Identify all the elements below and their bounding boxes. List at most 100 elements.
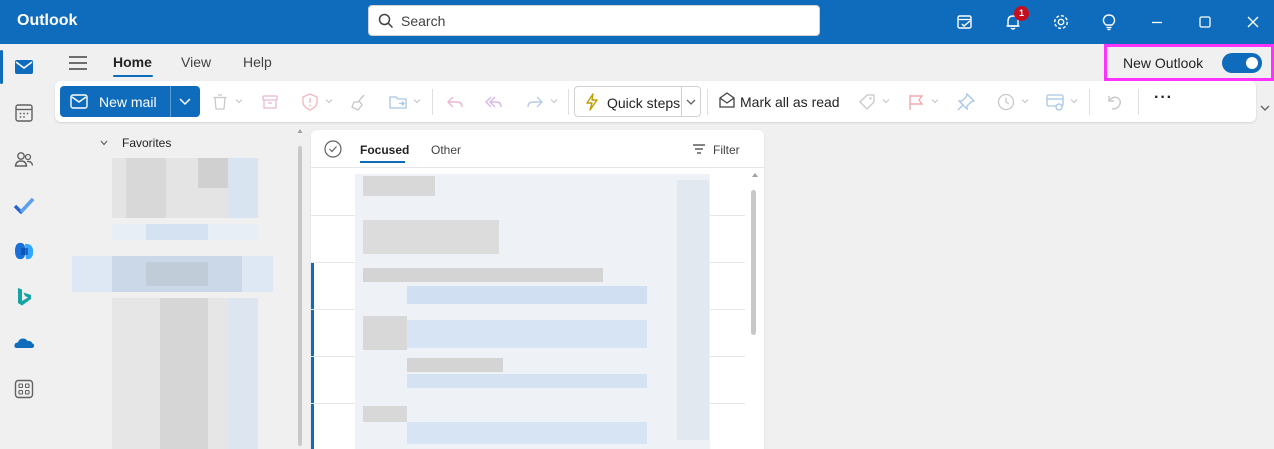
- mail-icon: [15, 60, 33, 74]
- chevron-down-icon[interactable]: [325, 97, 333, 105]
- chevron-down-icon[interactable]: [686, 98, 696, 106]
- unread-indicator: [311, 404, 314, 449]
- folder-pane: Favorites: [48, 128, 310, 449]
- tab-view[interactable]: View: [181, 54, 211, 70]
- sweep-icon[interactable]: [349, 92, 369, 112]
- pin-icon[interactable]: [956, 92, 976, 112]
- chevron-down-icon[interactable]: [178, 96, 192, 108]
- rail-more-apps[interactable]: [0, 366, 48, 412]
- archive-icon[interactable]: [260, 92, 280, 112]
- ribbon-expand-chevron-icon[interactable]: [1260, 104, 1270, 112]
- filter-icon: [693, 144, 705, 154]
- rail-active-indicator: [0, 50, 3, 84]
- tab-home[interactable]: Home: [113, 54, 152, 70]
- main-area: Home View Help New Outlook New mail Quic…: [48, 44, 1274, 449]
- chevron-down-icon[interactable]: [1021, 97, 1029, 105]
- filter-button[interactable]: Filter: [692, 142, 752, 158]
- favorites-header[interactable]: Favorites: [122, 136, 171, 150]
- folder-scrollbar[interactable]: [297, 128, 303, 449]
- undo-icon[interactable]: [1104, 92, 1124, 112]
- tab-help[interactable]: Help: [243, 54, 272, 70]
- app-title: Outlook: [17, 12, 78, 29]
- more-options-button[interactable]: ···: [1154, 89, 1173, 107]
- filter-label: Filter: [713, 143, 740, 157]
- chevron-down-icon[interactable]: [413, 97, 421, 105]
- scroll-up-arrow-icon[interactable]: [751, 172, 759, 178]
- quick-steps-button[interactable]: Quick steps: [574, 86, 701, 117]
- tag-icon[interactable]: [857, 92, 877, 112]
- new-outlook-highlight: New Outlook: [1104, 44, 1274, 81]
- mark-all-read-label: Mark all as read: [740, 94, 840, 110]
- chevron-down-icon[interactable]: [550, 97, 558, 105]
- chevron-down-icon[interactable]: [235, 97, 243, 105]
- my-day-icon[interactable]: [955, 12, 975, 32]
- folder-scroll-thumb[interactable]: [298, 146, 302, 446]
- search-box[interactable]: Search: [368, 5, 820, 36]
- forward-icon[interactable]: [525, 92, 545, 112]
- rail-mail[interactable]: [0, 44, 48, 90]
- search-placeholder: Search: [401, 13, 446, 29]
- bing-icon: [18, 288, 31, 306]
- chevron-down-icon[interactable]: [100, 140, 108, 146]
- chevron-down-icon[interactable]: [931, 97, 939, 105]
- envelope-open-icon: [719, 92, 735, 108]
- flag-icon[interactable]: [906, 92, 926, 112]
- maximize-icon[interactable]: [1195, 12, 1215, 32]
- rail-bing[interactable]: [0, 274, 48, 320]
- new-mail-button[interactable]: New mail: [60, 86, 200, 117]
- tab-focused[interactable]: Focused: [360, 143, 409, 157]
- ribbon-divider: [707, 89, 708, 115]
- toggle-knob: [1246, 57, 1258, 69]
- people-icon: [14, 152, 34, 167]
- new-mail-divider: [170, 86, 171, 117]
- select-all-check-icon[interactable]: [324, 140, 342, 158]
- mail-list-scroll-thumb[interactable]: [751, 190, 756, 335]
- chevron-down-icon[interactable]: [1070, 97, 1078, 105]
- lightbulb-icon[interactable]: [1099, 12, 1119, 32]
- clock-icon[interactable]: [996, 92, 1016, 112]
- app-rail: [0, 44, 48, 449]
- mail-list-header: Focused Other Filter: [311, 130, 764, 168]
- rules-icon[interactable]: [1045, 92, 1065, 112]
- scroll-up-arrow-icon[interactable]: [297, 128, 303, 134]
- gear-icon[interactable]: [1051, 12, 1071, 32]
- new-outlook-label: New Outlook: [1123, 55, 1204, 71]
- focused-tab-indicator: [360, 161, 405, 163]
- reply-icon[interactable]: [445, 92, 465, 112]
- rail-people[interactable]: [0, 136, 48, 182]
- mail-list: Focused Other Filter: [311, 130, 764, 449]
- minimize-icon[interactable]: [1147, 12, 1167, 32]
- chevron-down-icon[interactable]: [882, 97, 890, 105]
- report-icon[interactable]: [300, 92, 320, 112]
- ribbon-divider: [1089, 89, 1090, 115]
- reply-all-icon[interactable]: [483, 92, 503, 112]
- notification-badge: 1: [1014, 6, 1029, 21]
- hamburger-icon[interactable]: [68, 54, 88, 72]
- rail-calendar[interactable]: [0, 90, 48, 136]
- ribbon-divider: [1138, 89, 1139, 115]
- mark-all-read-button[interactable]: Mark all as read: [718, 91, 848, 113]
- office-icon: [15, 242, 33, 260]
- more-apps-icon: [14, 379, 34, 399]
- quick-steps-divider: [681, 87, 682, 116]
- lightning-icon: [586, 93, 598, 111]
- unread-indicator: [311, 357, 314, 403]
- unread-indicator: [311, 263, 314, 309]
- move-to-folder-icon[interactable]: [388, 92, 408, 112]
- rail-todo[interactable]: [0, 182, 48, 228]
- calendar-icon: [15, 104, 33, 122]
- tab-other[interactable]: Other: [431, 143, 461, 157]
- close-icon[interactable]: [1243, 12, 1263, 32]
- new-mail-label: New mail: [99, 94, 157, 110]
- rail-onedrive[interactable]: [0, 320, 48, 366]
- rail-office[interactable]: [0, 228, 48, 274]
- delete-icon[interactable]: [210, 92, 230, 112]
- ribbon-divider: [568, 89, 569, 115]
- quick-steps-label: Quick steps: [607, 95, 681, 111]
- envelope-icon: [70, 94, 88, 109]
- active-tab-indicator: [113, 75, 153, 77]
- ribbon-toolbar: New mail Quick steps Mark all as read ··…: [55, 81, 1256, 122]
- onedrive-icon: [14, 338, 35, 348]
- new-outlook-toggle[interactable]: [1222, 53, 1262, 73]
- unread-indicator: [311, 310, 314, 356]
